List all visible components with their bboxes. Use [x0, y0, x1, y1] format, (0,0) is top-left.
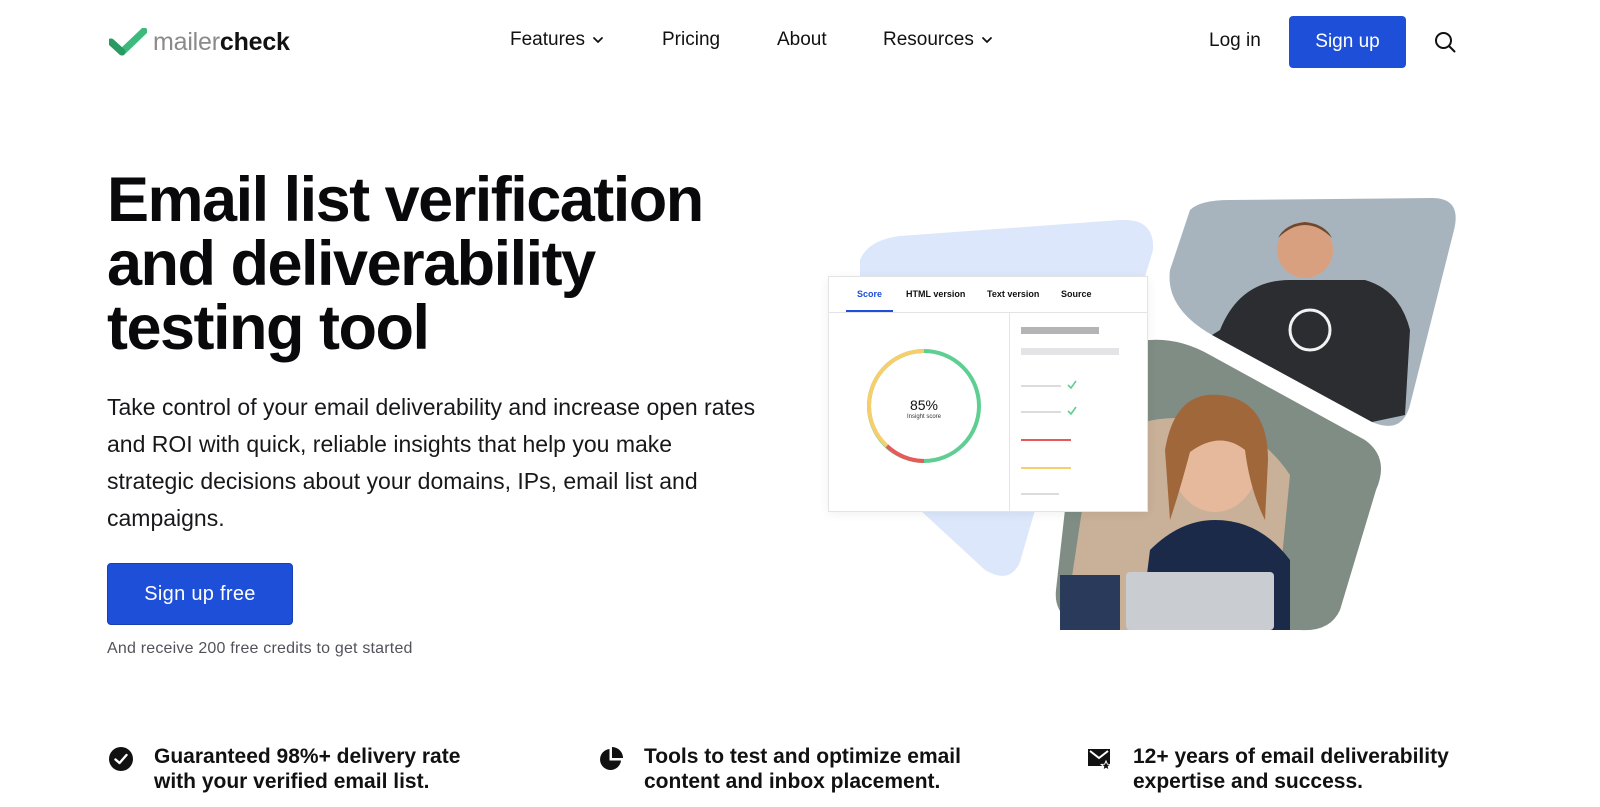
- tab-text-version: Text version: [987, 289, 1040, 299]
- nav-item-label: About: [777, 29, 827, 50]
- active-tab-indicator: [846, 310, 893, 312]
- logo-check-icon: [109, 28, 147, 56]
- nav-item-pricing[interactable]: Pricing: [662, 29, 720, 51]
- tab-html-version: HTML version: [906, 289, 966, 299]
- card-divider: [1009, 313, 1010, 513]
- check-circle-icon: [109, 747, 133, 771]
- signup-button[interactable]: Sign up: [1289, 16, 1406, 68]
- chevron-down-icon: [593, 37, 603, 43]
- hero-title-line: Email list verification: [107, 165, 704, 235]
- tab-source: Source: [1061, 289, 1092, 299]
- nav-item-label: Resources: [883, 29, 974, 50]
- score-value: 85%: [909, 397, 939, 413]
- nav-item-resources[interactable]: Resources: [883, 29, 993, 51]
- login-link[interactable]: Log in: [1209, 30, 1261, 52]
- nav-item-label: Pricing: [662, 29, 721, 50]
- hero-title-line: and deliverability: [107, 229, 596, 299]
- placeholder-bar: [1021, 327, 1099, 334]
- nav-item-label: Features: [510, 29, 585, 50]
- search-icon[interactable]: [1433, 30, 1457, 54]
- mailercheck-logo[interactable]: mailercheck: [109, 28, 290, 56]
- nav-item-features[interactable]: Features: [510, 29, 604, 51]
- tab-score: Score: [857, 289, 883, 299]
- status-bar-warn: [1021, 467, 1071, 469]
- score-label: Insight score: [906, 414, 942, 420]
- mail-star-icon: [1088, 749, 1113, 772]
- logo-text: mailercheck: [153, 28, 290, 56]
- placeholder-bar: [1021, 348, 1119, 355]
- insight-score-card: Score HTML version Text version Source 8…: [828, 276, 1148, 513]
- hero-illustration: Score HTML version Text version Source 8…: [820, 190, 1480, 650]
- cta-subtext: And receive 200 free credits to get star…: [107, 640, 413, 657]
- signup-free-button[interactable]: Sign up free: [107, 563, 293, 625]
- feature-delivery-rate: Guaranteed 98%+ delivery rate with your …: [108, 744, 484, 794]
- placeholder-bar: [1021, 385, 1061, 387]
- logo-text-dark: check: [219, 28, 290, 56]
- pie-chart-icon: [600, 747, 623, 770]
- status-bar-bad: [1021, 439, 1071, 441]
- score-tabs: Score HTML version Text version Source: [829, 277, 1147, 313]
- nav-item-about[interactable]: About: [777, 29, 827, 51]
- chevron-down-icon: [981, 37, 992, 43]
- site-header: mailercheck Features Pricing About Resou…: [0, 0, 1600, 84]
- feature-text: Tools to test and optimize email content…: [644, 745, 961, 793]
- hero-description: Take control of your email deliverabilit…: [107, 394, 756, 531]
- hero-title: Email list verification and deliverabili…: [107, 168, 807, 360]
- feature-expertise: 12+ years of email deliverability expert…: [1087, 744, 1463, 794]
- check-icon: [1067, 406, 1077, 415]
- logo-text-light: mailer: [153, 28, 220, 56]
- feature-text: 12+ years of email deliverability expert…: [1133, 745, 1449, 793]
- feature-test-tools: Tools to test and optimize email content…: [598, 744, 974, 794]
- placeholder-bar: [1021, 411, 1061, 413]
- feature-text: Guaranteed 98%+ delivery rate with your …: [154, 745, 461, 793]
- hero-title-line: testing tool: [107, 293, 430, 363]
- check-icon: [1067, 380, 1077, 389]
- placeholder-bar: [1021, 493, 1059, 495]
